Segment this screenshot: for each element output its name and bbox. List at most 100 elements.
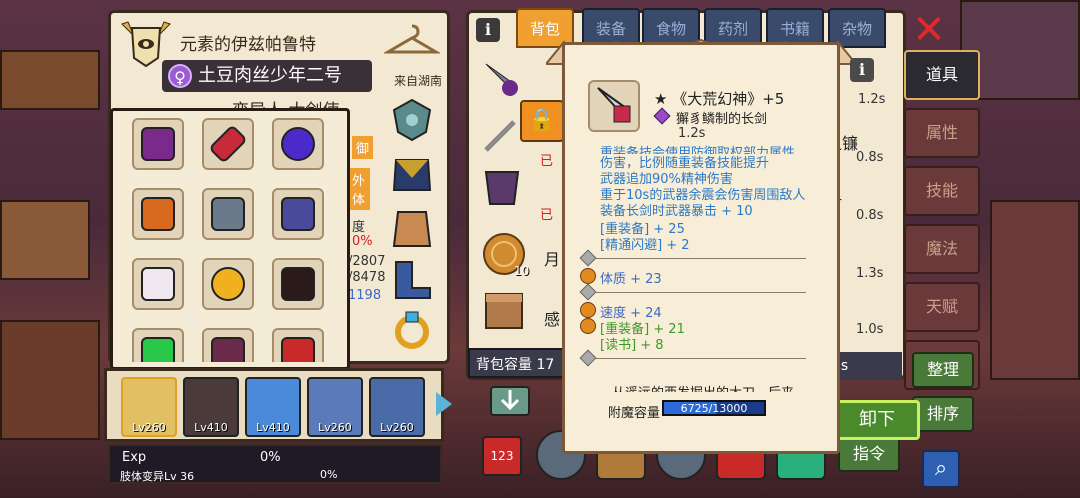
item-speed: 1.2s <box>678 126 706 141</box>
inv-item-mask-icon[interactable] <box>480 166 524 210</box>
partial-stat-4: 0% <box>352 234 373 249</box>
party-hero-3[interactable]: Lv410 <box>245 377 301 437</box>
enchant-label: 附魔容量 <box>608 406 661 421</box>
grid-slot-shield-2[interactable] <box>272 188 324 240</box>
white-glove-icon <box>141 267 175 301</box>
shield-equip-icon[interactable] <box>388 96 436 144</box>
medal-icon <box>580 318 596 334</box>
inv-row-time: 1.3s <box>856 266 884 281</box>
character-title: 土豆肉丝少年二号 <box>198 65 342 86</box>
female-gender-icon: ♀ <box>168 64 192 88</box>
organize-button[interactable]: 整理 <box>912 352 974 388</box>
partial-stat-3: 度 <box>352 220 366 235</box>
search-icon[interactable]: ⌕ <box>922 450 960 488</box>
blue-shield-icon <box>281 197 315 231</box>
grid-slot-mask[interactable] <box>272 258 324 310</box>
inv-row-name: 感 <box>544 310 561 329</box>
exp-bar: Exp 0% 肢体变异Lv 36 0% <box>108 444 442 484</box>
menu-magic[interactable]: 魔法 <box>904 224 980 274</box>
scene-cabinet-right <box>990 200 1080 380</box>
inv-row-time: 1.2s <box>858 92 886 107</box>
lock-icon[interactable]: 🔒 <box>520 100 564 142</box>
inventory-info-icon[interactable]: i <box>476 18 500 42</box>
green-gem-icon <box>141 337 175 362</box>
divider <box>596 292 806 293</box>
scene-cabinet <box>0 200 90 280</box>
rarity-star: ★ <box>654 90 668 108</box>
inv-row-name: 月 <box>544 250 561 269</box>
grid-slot-sword[interactable] <box>202 118 254 170</box>
menu-items[interactable]: 道具 <box>904 50 980 100</box>
party-hero-4[interactable]: Lv260 <box>307 377 363 437</box>
grid-slot-orb[interactable] <box>272 118 324 170</box>
download-arrow-icon[interactable] <box>490 386 530 416</box>
character-name: 元素的伊兹帕鲁特 <box>180 35 316 55</box>
grid-slot-glove[interactable] <box>132 258 184 310</box>
effect-line: 装备长剑时武器暴击 + 10 <box>600 204 753 219</box>
party-hero-5[interactable]: Lv260 <box>369 377 425 437</box>
party-next-arrow-icon[interactable] <box>436 392 452 416</box>
golden-bird-icon <box>211 267 245 301</box>
body-badge: 外体 <box>348 168 370 210</box>
medal-icon <box>580 302 596 318</box>
dark-mask-icon <box>281 267 315 301</box>
number-sort-icon[interactable]: 123 <box>482 436 522 476</box>
stat-constitution: 体质 + 23 <box>600 272 662 287</box>
grid-slot-helmet[interactable] <box>132 118 184 170</box>
medal-icon <box>580 268 596 284</box>
stat-reading: [读书] + 8 <box>600 338 664 353</box>
menu-attributes[interactable]: 属性 <box>904 108 980 158</box>
red-sword-icon <box>208 124 248 164</box>
mutation-value: 0% <box>320 468 338 481</box>
party-hero-1[interactable]: Lv260 <box>121 377 177 437</box>
grid-slot-shield-1[interactable] <box>132 188 184 240</box>
divider <box>596 358 806 359</box>
inv-item-sword-icon[interactable] <box>480 58 524 102</box>
dark-helmet-icon <box>141 127 175 161</box>
grid-slot-gauntlet[interactable] <box>202 188 254 240</box>
inv-item-box-icon[interactable] <box>480 286 528 334</box>
purple-orb-icon <box>281 127 315 161</box>
origin-text: 来自湖南 <box>394 74 443 88</box>
grid-slot-bell[interactable] <box>272 328 324 362</box>
partial-stat-6: /8478 <box>348 270 386 285</box>
effect-line: [精通闪避] + 2 <box>600 238 690 253</box>
party-bar: Lv260 Lv410 Lv410 Lv260 Lv260 <box>104 368 444 442</box>
equipment-grid <box>132 118 342 362</box>
sort-button[interactable]: 排序 <box>912 396 974 432</box>
partial-stat-body: 外体 <box>348 168 370 210</box>
hanger-icon[interactable] <box>382 22 442 58</box>
divider <box>596 258 806 259</box>
unequip-button[interactable]: 卸下 <box>834 400 920 440</box>
equipped-tag: 已 <box>540 154 554 169</box>
armor-equip-icon[interactable] <box>388 150 436 198</box>
scene-bookshelf <box>0 50 100 110</box>
grid-slot-gem[interactable] <box>132 328 184 362</box>
tooltip-item-icon <box>588 80 640 132</box>
red-bell-icon <box>281 337 315 362</box>
inv-item-scythe-icon[interactable] <box>480 114 524 158</box>
gauntlet-icon <box>211 197 245 231</box>
character-title-bar: 土豆肉丝少年二号 <box>162 60 372 92</box>
party-hero-2[interactable]: Lv410 <box>183 377 239 437</box>
close-icon[interactable]: ✕ <box>910 10 948 50</box>
boots-equip-icon[interactable] <box>388 254 436 302</box>
ring-equip-icon[interactable] <box>388 304 436 352</box>
tooltip-info-icon[interactable]: i <box>850 58 874 82</box>
inv-row-time: 0.8s <box>856 150 884 165</box>
exp-value: 0% <box>260 450 281 465</box>
robe-equip-icon[interactable] <box>388 204 436 252</box>
claw-icon <box>211 337 245 362</box>
hero-level: Lv410 <box>256 421 290 434</box>
scene-wall <box>0 320 100 440</box>
grid-slot-claw[interactable] <box>202 328 254 362</box>
orange-shield-icon <box>141 197 175 231</box>
item-type: 獬豸鳞制的长剑 <box>676 112 768 127</box>
enchant-value: 6725/13000 <box>680 402 748 415</box>
command-button[interactable]: 指令 <box>838 436 900 472</box>
menu-talent[interactable]: 天赋 <box>904 282 980 332</box>
grid-slot-chicken[interactable] <box>202 258 254 310</box>
inv-row-time: 1.0s <box>856 322 884 337</box>
menu-skills[interactable]: 技能 <box>904 166 980 216</box>
hero-level: Lv260 <box>132 421 166 434</box>
